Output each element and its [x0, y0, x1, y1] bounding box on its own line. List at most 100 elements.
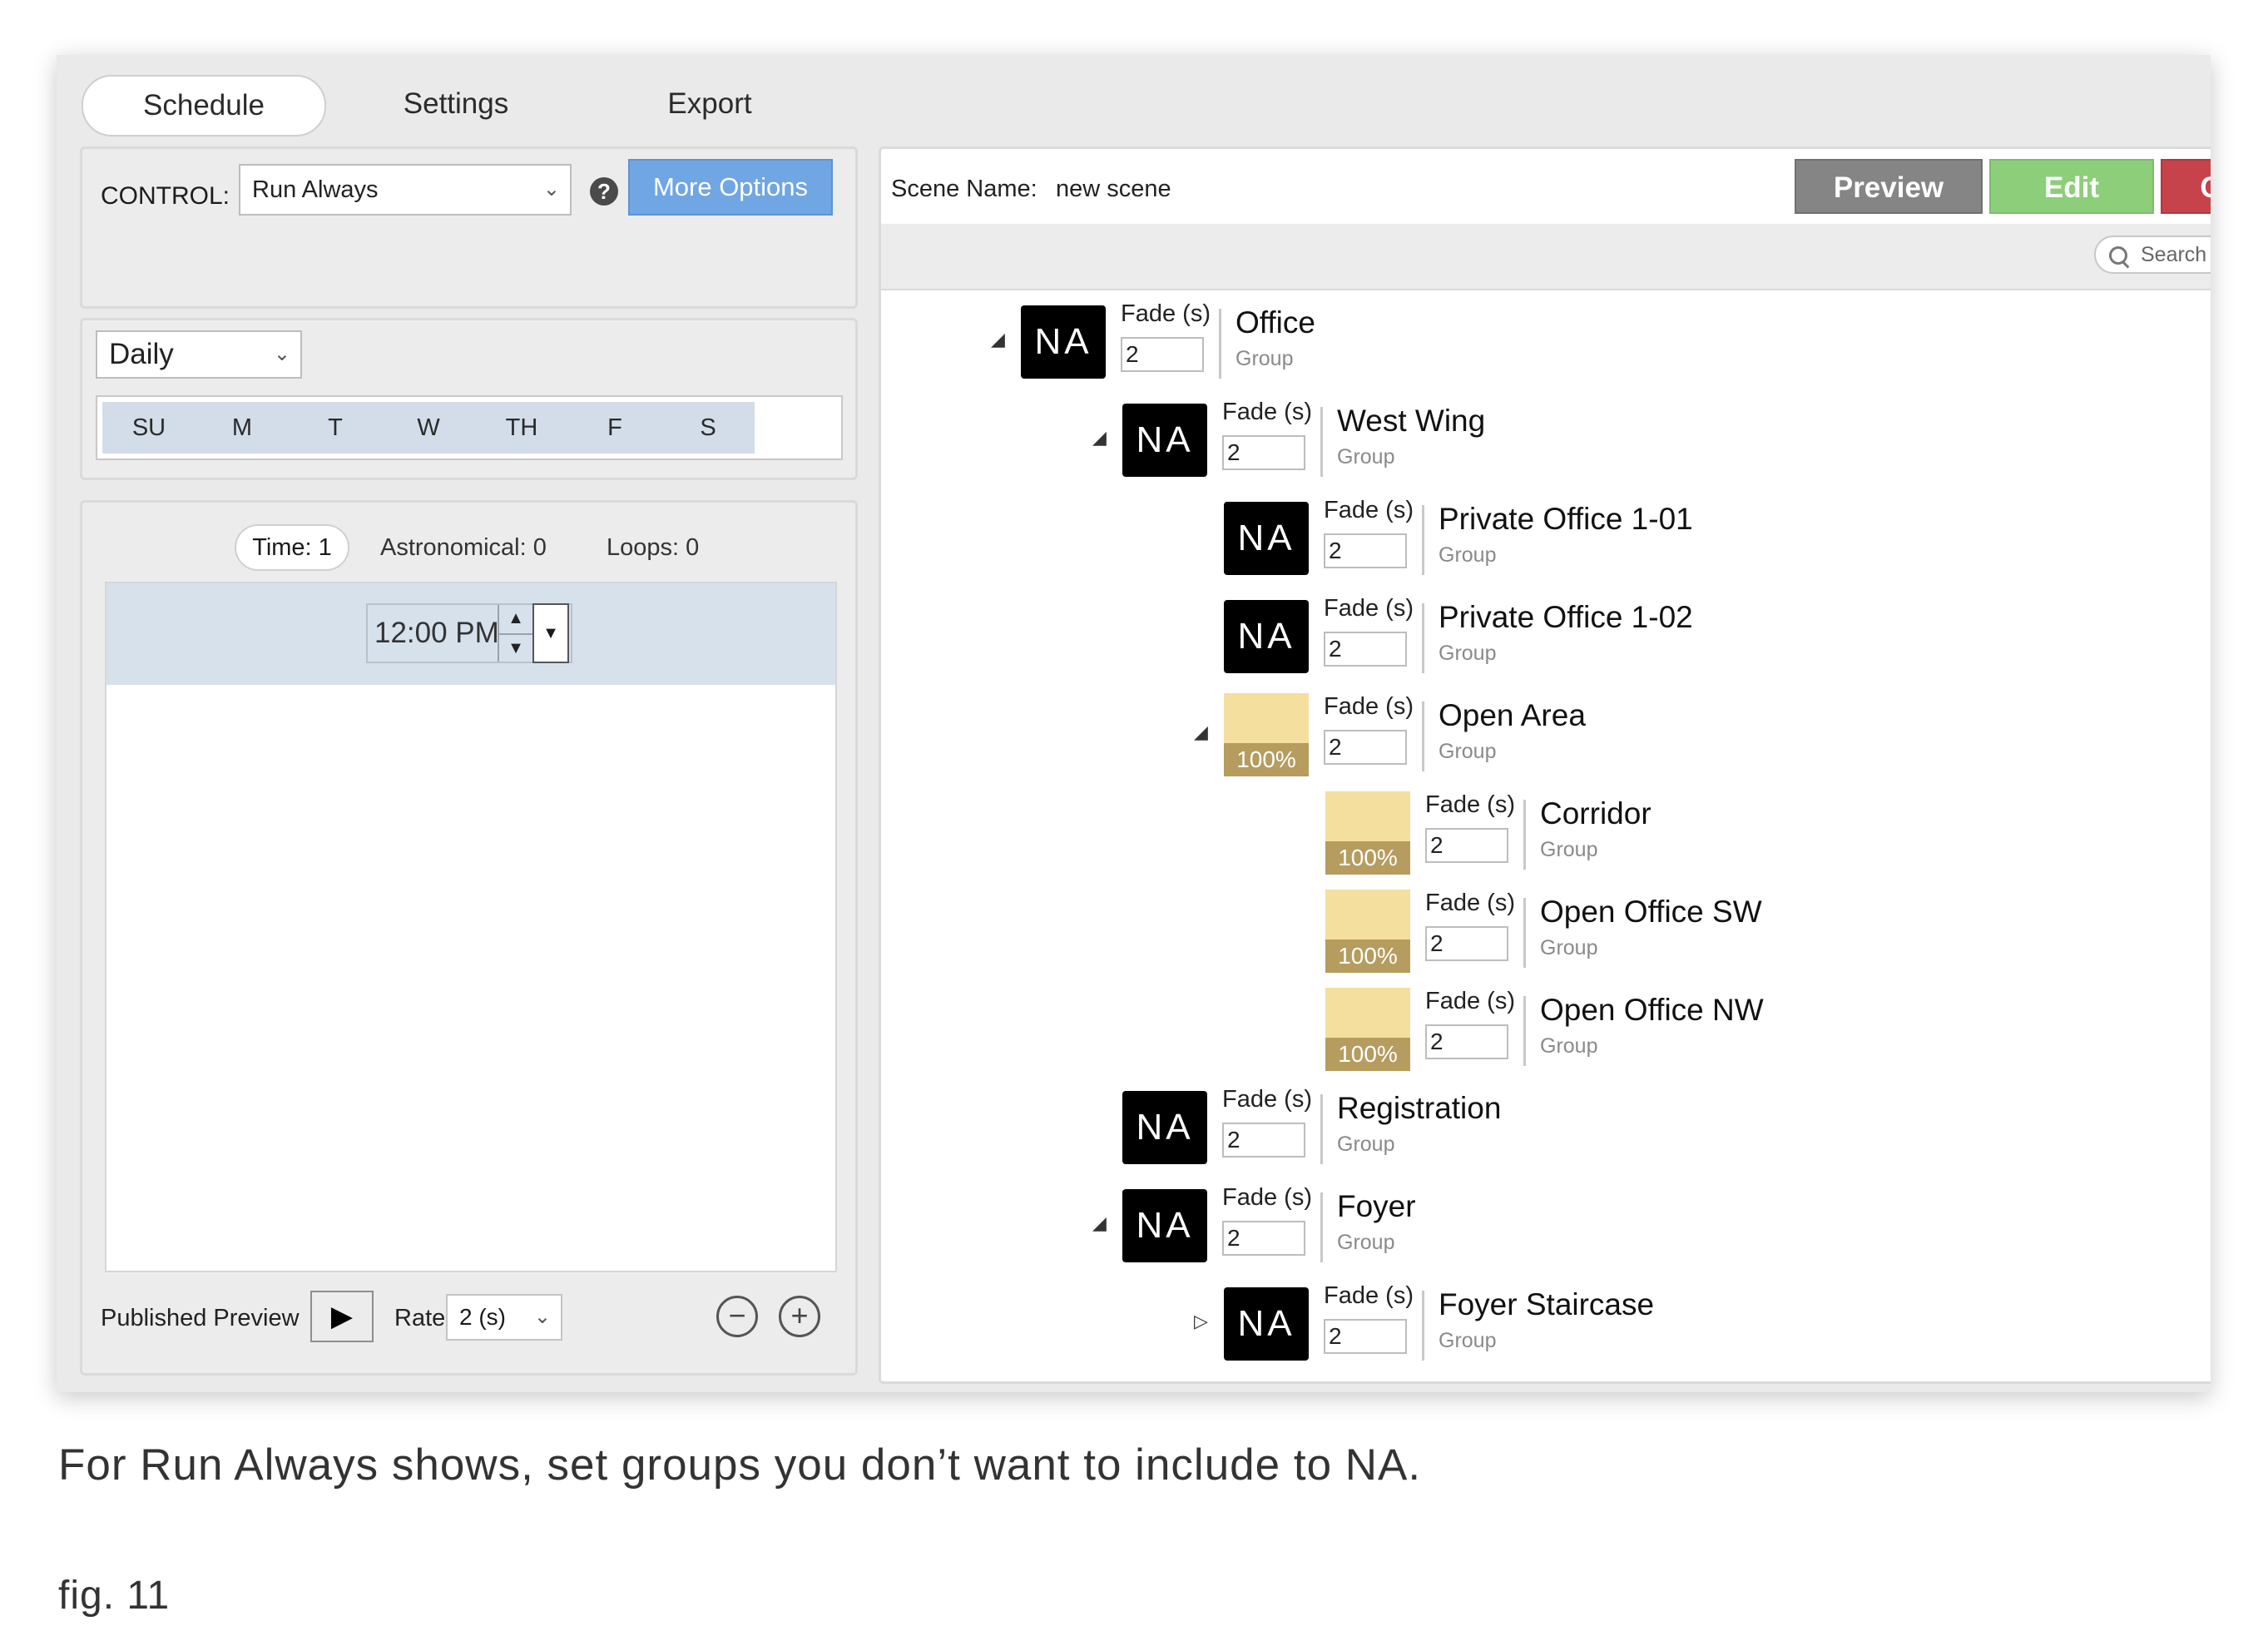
group-row[interactable]: ◢ NA Fade (s) 2 West Wing Group — [1092, 399, 1871, 490]
time-list: 12:00 PM ▲ ▼ ▼ — [105, 582, 837, 1272]
level-swatch[interactable]: NA — [1021, 305, 1106, 379]
fade-input[interactable]: 2 — [1324, 632, 1407, 667]
group-type: Group — [1540, 1034, 1598, 1058]
day-button-su[interactable]: SU — [102, 402, 196, 454]
level-swatch[interactable]: NA — [1224, 600, 1309, 673]
expanded-arrow-icon[interactable]: ◢ — [1194, 721, 1208, 743]
published-preview-label: Published Preview — [101, 1305, 300, 1331]
group-row[interactable]: NA Fade (s) 2 Private Office 1-01 Group — [1224, 497, 1973, 588]
fade-input[interactable]: 2 — [1222, 1123, 1305, 1158]
group-row[interactable]: ◢ NA Fade (s) 2 Office Group — [991, 300, 1770, 392]
tab-time[interactable]: Time: 1 — [235, 524, 349, 571]
search-input[interactable]: Search b — [2094, 235, 2211, 274]
time-value[interactable]: 12:00 PM — [374, 617, 499, 650]
fade-input[interactable]: 2 — [1425, 926, 1508, 961]
fade-input[interactable]: 2 — [1324, 730, 1407, 765]
day-button-t[interactable]: T — [289, 402, 382, 454]
edit-button[interactable]: Edit — [1989, 159, 2154, 214]
group-name: Foyer — [1337, 1189, 1416, 1223]
group-name: Open Area — [1439, 698, 1586, 732]
tab-astronomical[interactable]: Astronomical: 0 — [380, 534, 547, 562]
delete-button[interactable]: C — [2161, 159, 2211, 214]
fade-input[interactable]: 2 — [1324, 1319, 1407, 1354]
time-dropdown-button[interactable]: ▼ — [532, 603, 569, 663]
group-row[interactable]: ◢ 100% Fade (s) 2 Open Area Group — [1194, 693, 1973, 785]
control-select[interactable]: Run Always ⌄ — [239, 164, 572, 216]
group-type: Group — [1540, 936, 1598, 959]
level-swatch[interactable]: 100% — [1325, 791, 1410, 875]
fade-input[interactable]: 2 — [1425, 1024, 1508, 1059]
scene-name-value[interactable]: new scene — [1056, 176, 1171, 203]
repeat-select[interactable]: Daily ⌄ — [96, 330, 302, 379]
fade-input[interactable]: 2 — [1425, 828, 1508, 863]
control-panel: CONTROL: Run Always ⌄ ? More Options — [80, 146, 858, 309]
rate-label: Rate — [394, 1305, 446, 1331]
repeat-select-value: Daily — [109, 338, 174, 370]
chevron-down-icon: ⌄ — [542, 178, 560, 201]
level-swatch[interactable]: NA — [1224, 1287, 1309, 1361]
chevron-down-icon: ⌄ — [533, 1306, 551, 1328]
group-row[interactable]: NA Fade (s) 2 Private Office 1-02 Group — [1224, 595, 1973, 687]
tab-loops[interactable]: Loops: 0 — [607, 534, 699, 562]
day-button-f[interactable]: F — [568, 402, 661, 454]
level-swatch[interactable]: 100% — [1325, 988, 1410, 1071]
remove-time-button[interactable]: − — [716, 1296, 758, 1337]
divider — [1422, 702, 1424, 771]
add-time-button[interactable]: + — [779, 1296, 820, 1337]
level-swatch[interactable]: NA — [1224, 502, 1309, 575]
group-row[interactable]: 100% Fade (s) 2 Corridor Group — [1325, 791, 2074, 883]
level-value: 100% — [1325, 1038, 1410, 1071]
group-row[interactable]: 100% Fade (s) 2 Open Office SW Group — [1325, 890, 2074, 981]
group-row[interactable]: ▷ NA Fade (s) 2 Foyer Staircase Group — [1194, 1282, 1973, 1374]
level-swatch[interactable]: NA — [1122, 1091, 1207, 1164]
play-button[interactable]: ▶ — [310, 1291, 374, 1342]
tab-schedule[interactable]: Schedule — [82, 75, 326, 136]
delete-button-label: C — [2200, 171, 2211, 204]
divider — [1422, 1291, 1424, 1361]
divider — [1523, 996, 1526, 1066]
fade-input[interactable]: 2 — [1324, 533, 1407, 568]
repeat-panel: Daily ⌄ SU M T W TH F S — [80, 318, 858, 480]
fade-label: Fade (s) — [1222, 1086, 1312, 1113]
time-spinner[interactable]: 12:00 PM ▲ ▼ ▼ — [366, 603, 572, 663]
spin-up-icon[interactable]: ▲ — [499, 605, 532, 632]
day-button-th[interactable]: TH — [475, 402, 568, 454]
group-name: Private Office 1-01 — [1439, 502, 1693, 536]
help-icon[interactable]: ? — [590, 177, 618, 206]
level-swatch[interactable]: 100% — [1325, 890, 1410, 973]
divider — [1422, 603, 1424, 673]
group-row[interactable]: 100% Fade (s) 2 Open Office NW Group — [1325, 988, 2074, 1079]
level-swatch[interactable]: 100% — [1224, 693, 1309, 776]
expanded-arrow-icon[interactable]: ◢ — [991, 329, 1005, 350]
time-row[interactable]: 12:00 PM ▲ ▼ ▼ — [106, 583, 835, 685]
group-type: Group — [1439, 1329, 1497, 1352]
collapsed-arrow-icon[interactable]: ▷ — [1194, 1311, 1208, 1332]
tab-settings[interactable]: Settings — [356, 75, 556, 133]
level-value: 100% — [1325, 841, 1410, 875]
times-header: Time: 1 Astronomical: 0 Loops: 0 — [82, 524, 855, 574]
group-row[interactable]: ◢ NA Fade (s) 2 Foyer Group — [1092, 1184, 1871, 1276]
day-button-w[interactable]: W — [382, 402, 475, 454]
fade-label: Fade (s) — [1121, 300, 1211, 327]
day-button-s[interactable]: S — [661, 402, 755, 454]
plus-icon: + — [790, 1298, 809, 1332]
rate-select[interactable]: 2 (s) ⌄ — [446, 1294, 562, 1341]
more-options-button[interactable]: More Options — [628, 159, 833, 216]
fade-label: Fade (s) — [1324, 693, 1414, 720]
level-swatch[interactable]: NA — [1122, 1189, 1207, 1262]
group-row[interactable]: NA Fade (s) 2 Registration Group — [1122, 1086, 1871, 1177]
fade-input[interactable]: 2 — [1121, 337, 1204, 372]
tab-export[interactable]: Export — [606, 75, 814, 133]
preview-button[interactable]: Preview — [1795, 159, 1983, 214]
fade-input[interactable]: 2 — [1222, 1221, 1305, 1256]
expanded-arrow-icon[interactable]: ◢ — [1092, 1212, 1107, 1234]
fade-input[interactable]: 2 — [1222, 435, 1305, 470]
day-button-m[interactable]: M — [196, 402, 289, 454]
group-type: Group — [1540, 838, 1598, 861]
group-name: Open Office NW — [1540, 993, 1764, 1027]
app-window: Schedule Settings Export CONTROL: Run Al… — [57, 55, 2211, 1392]
expanded-arrow-icon[interactable]: ◢ — [1092, 427, 1107, 449]
spin-down-icon[interactable]: ▼ — [499, 633, 532, 662]
group-type: Group — [1337, 1133, 1395, 1156]
level-swatch[interactable]: NA — [1122, 404, 1207, 477]
